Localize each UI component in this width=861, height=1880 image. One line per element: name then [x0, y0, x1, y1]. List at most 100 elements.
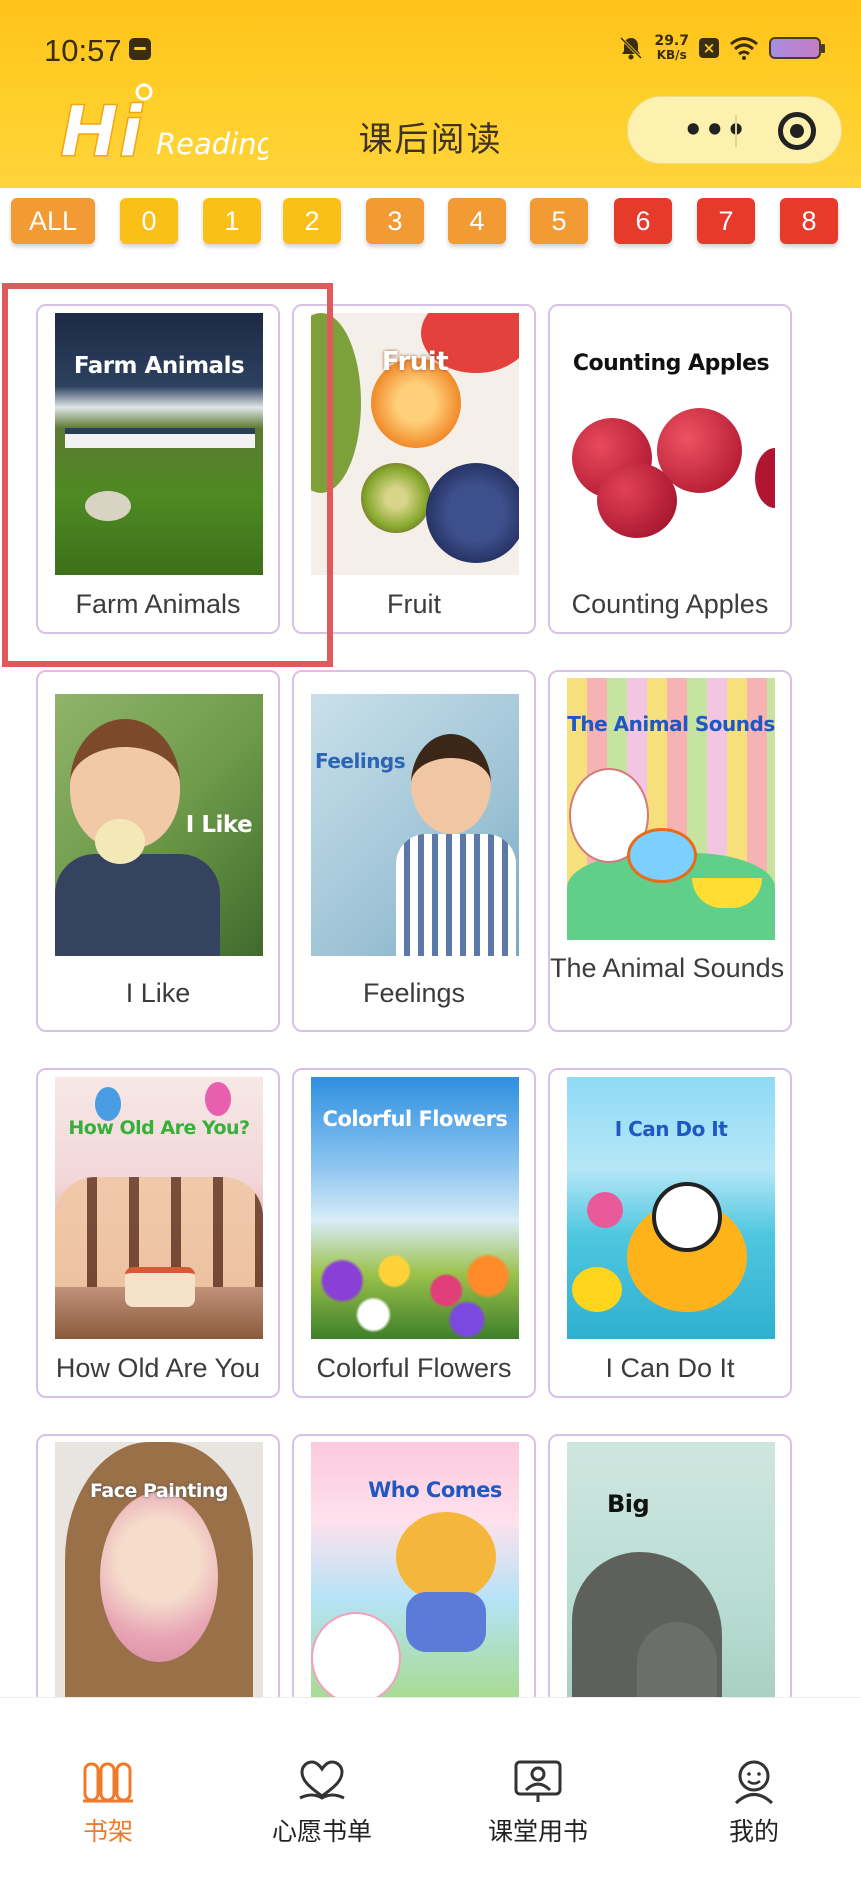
book-title: Fruit [387, 589, 441, 619]
filter-tab-6[interactable]: 6 [614, 198, 672, 244]
close-target-icon[interactable] [778, 112, 816, 150]
book-title: Feelings [362, 978, 466, 1008]
shirt-shape [396, 834, 516, 956]
book-title: How Old Are You [55, 1353, 261, 1383]
classroom-book-icon [514, 1760, 562, 1802]
book-cover: Face Painting [55, 1442, 263, 1704]
sim-x-icon: × [699, 38, 719, 58]
flowers-shape [311, 1242, 519, 1339]
network-speed-value: 29.7 [654, 33, 689, 49]
cover-title: Big [607, 1490, 650, 1518]
book-card-i-can-do-it[interactable]: I Can Do It I Can Do It [548, 1068, 792, 1398]
cover-title: I Like [185, 812, 253, 838]
tab-wishlist-label: 心愿书单 [271, 1817, 372, 1846]
status-bar: 10:57 29.7 KB/s × [0, 0, 861, 92]
farmhouse-shape [65, 428, 255, 448]
cover-title: Colorful Flowers [322, 1107, 508, 1131]
cake-shape [125, 1267, 195, 1307]
book-cover: Colorful Flowers [311, 1077, 519, 1339]
book-cover: The Animal Sounds [567, 678, 775, 940]
mute-bell-icon [620, 36, 643, 60]
cover-title: How Old Are You? [68, 1117, 250, 1139]
book-title: I Like [125, 978, 191, 1008]
filter-tab-2[interactable]: 2 [283, 198, 341, 244]
book-card-farm-animals[interactable]: Farm Animals Farm Animals [36, 304, 280, 634]
book-card-how-old-are-you[interactable]: How Old Are You? How Old Are You [36, 1068, 280, 1398]
filter-tab-7[interactable]: 7 [697, 198, 755, 244]
filter-tab-all[interactable]: ALL [11, 198, 95, 244]
message-icon [129, 38, 151, 60]
tab-profile[interactable]: 我的 [674, 1758, 834, 1848]
book-title: Farm Animals [75, 589, 241, 619]
panda-shape [652, 1182, 722, 1252]
book-cover: Who Comes [311, 1442, 519, 1704]
book-cover: Feelings [311, 694, 519, 956]
book-cover: Farm Animals [55, 313, 263, 575]
status-indicators: 29.7 KB/s × [618, 34, 825, 62]
apple-shape [597, 463, 677, 538]
kiwi-shape [361, 463, 431, 533]
cover-title: Fruit [381, 347, 449, 377]
book-title: Counting Apples [571, 589, 769, 619]
book-card-face-painting[interactable]: Face Painting [36, 1434, 280, 1734]
book-card-i-like[interactable]: I Like I Like [36, 670, 280, 1032]
duck-shape [572, 1267, 622, 1312]
apple-in-hand-shape [95, 819, 145, 864]
book-cover: Counting Apples [567, 313, 775, 575]
bear-shape [396, 1512, 496, 1602]
book-card-who-comes[interactable]: Who Comes [292, 1434, 536, 1734]
filter-tab-8[interactable]: 8 [780, 198, 838, 244]
book-title: I Can Do It [605, 1353, 735, 1383]
bottom-tab-bar: 书架 心愿书单 课堂用书 我的 [0, 1697, 861, 1880]
ball-shape [587, 1192, 623, 1228]
book-cover: Big [567, 1442, 775, 1704]
filter-tab-4[interactable]: 4 [448, 198, 506, 244]
tab-classroom-books[interactable]: 课堂用书 [458, 1758, 618, 1848]
blueberries-shape [426, 463, 519, 563]
network-speed: 29.7 KB/s [654, 34, 689, 62]
tab-bookshelf[interactable]: 书架 [28, 1758, 188, 1848]
cover-title: Counting Apples [572, 351, 770, 376]
cover-title: Who Comes [368, 1478, 502, 1502]
bunny-shape [311, 1612, 401, 1704]
book-card-colorful-flowers[interactable]: Colorful Flowers Colorful Flowers [292, 1068, 536, 1398]
battery-icon [769, 37, 825, 59]
fishbowl-shape [627, 828, 697, 883]
level-filter-bar: ALL 0 1 2 3 4 5 6 7 8 [0, 188, 861, 258]
balloon-shape [205, 1082, 231, 1116]
book-card-the-animal-sounds[interactable]: The Animal Sounds The Animal Sounds [548, 670, 792, 1032]
tab-wishlist[interactable]: 心愿书单 [242, 1758, 402, 1848]
miniprogram-capsule: ••• [627, 96, 842, 164]
book-card-big[interactable]: Big [548, 1434, 792, 1734]
balloon-shape [95, 1087, 121, 1121]
book-card-counting-apples[interactable]: Counting Apples Counting Apples [548, 304, 792, 634]
status-time: 10:57 [44, 33, 122, 68]
book-card-fruit[interactable]: Fruit Fruit [292, 304, 536, 634]
profile-face-icon [734, 1760, 774, 1804]
apple-shape [755, 448, 775, 508]
cover-title: Farm Animals [73, 353, 245, 379]
cover-title: Feelings [315, 749, 406, 773]
more-dots-icon[interactable]: ••• [683, 114, 747, 146]
network-speed-unit: KB/s [656, 48, 687, 62]
jacket-shape [55, 854, 220, 956]
boy-face-shape [411, 734, 491, 834]
sheep-shape [85, 491, 131, 521]
book-card-feelings[interactable]: Feelings Feelings [292, 670, 536, 1032]
avocado-shape [311, 313, 361, 493]
filter-tab-0[interactable]: 0 [120, 198, 178, 244]
filter-tab-3[interactable]: 3 [366, 198, 424, 244]
app-header: 10:57 29.7 KB/s × Hi Reading 课后阅读 ••• [0, 0, 861, 188]
filter-tab-1[interactable]: 1 [203, 198, 261, 244]
cover-title: Face Painting [90, 1480, 228, 1502]
bookshelf-icon [83, 1762, 133, 1803]
tab-profile-label: 我的 [728, 1817, 779, 1846]
filter-tab-5[interactable]: 5 [530, 198, 588, 244]
capsule-divider [735, 115, 737, 147]
painted-face-shape [100, 1492, 218, 1662]
bear-overalls-shape [406, 1592, 486, 1652]
cover-title: The Animal Sounds [567, 712, 775, 736]
tab-classroom-books-label: 课堂用书 [487, 1817, 588, 1846]
book-cover: Fruit [311, 313, 519, 575]
book-cover: How Old Are You? [55, 1077, 263, 1339]
